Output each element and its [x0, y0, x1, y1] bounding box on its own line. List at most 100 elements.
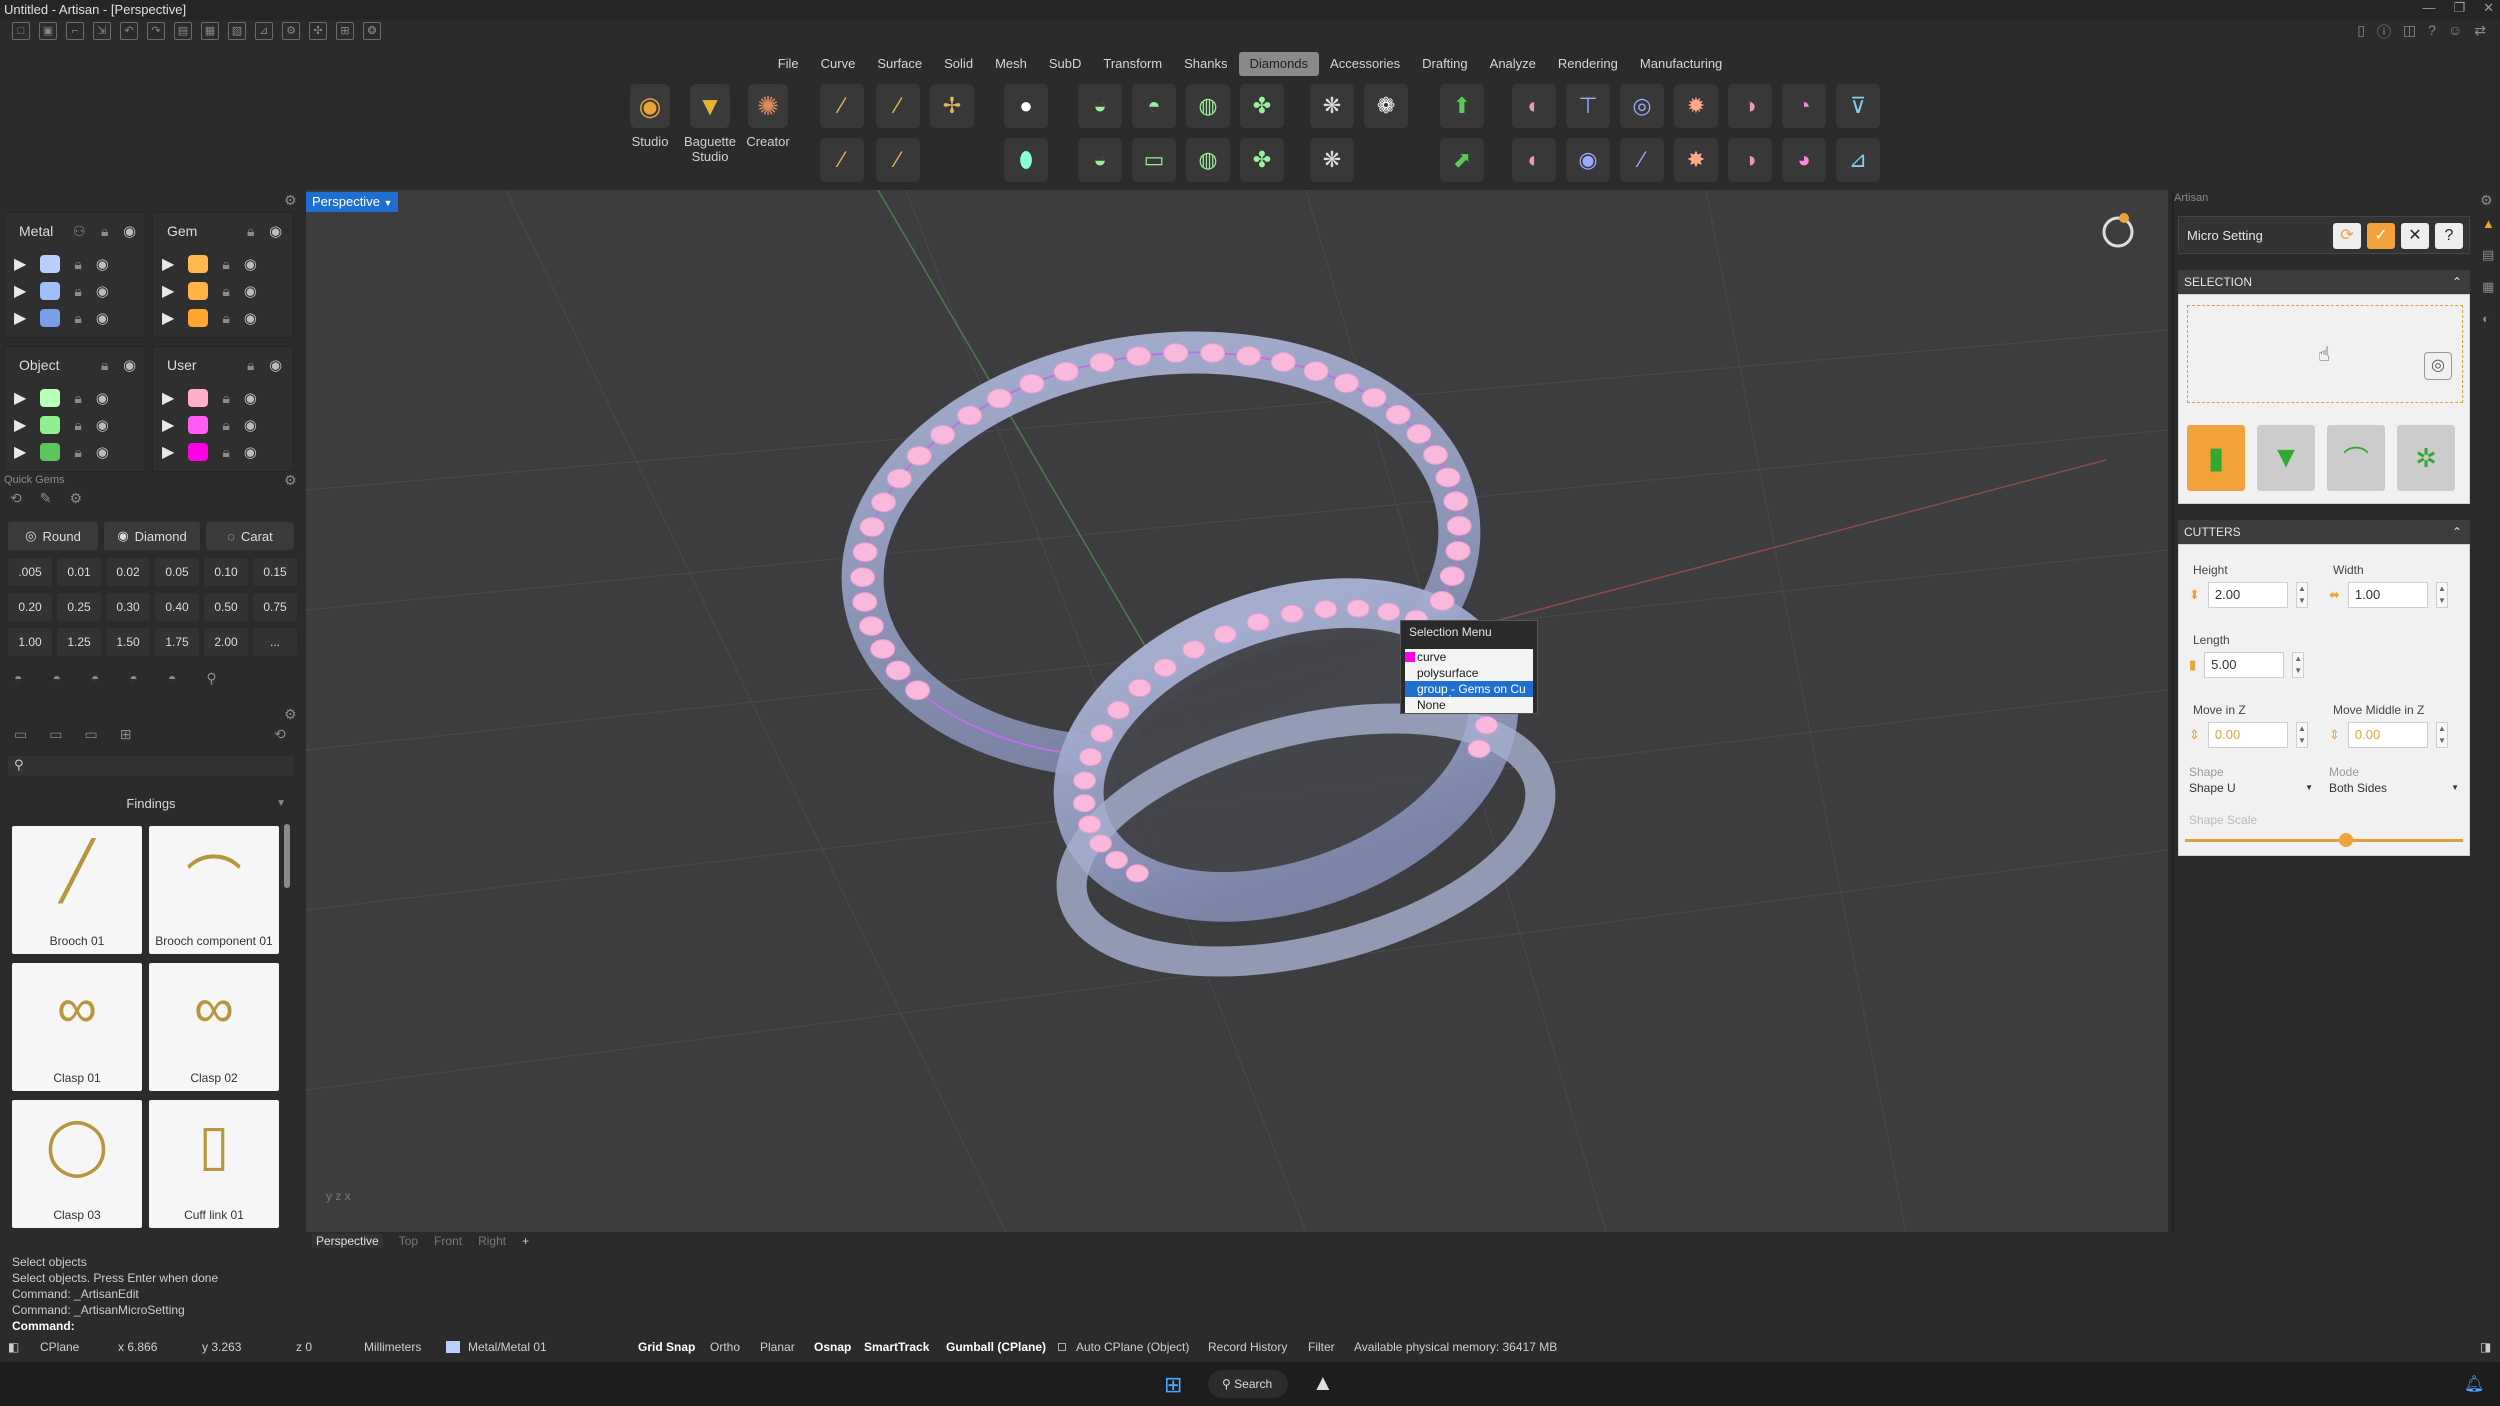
- finding-item[interactable]: ∞ Clasp 01: [12, 963, 142, 1091]
- play-icon[interactable]: ▶: [14, 442, 26, 462]
- eye-icon[interactable]: ◉: [244, 255, 257, 273]
- cutter-icon[interactable]: ⬆: [1440, 84, 1484, 128]
- length-value[interactable]: 5.00: [2204, 652, 2285, 678]
- oval-gem-icon[interactable]: ⬮: [1004, 138, 1048, 182]
- panel-divider[interactable]: [2172, 190, 2174, 1232]
- lock-icon[interactable]: 🔒︎: [222, 310, 229, 327]
- layer-color-swatch[interactable]: [188, 389, 209, 407]
- eye-icon[interactable]: ◉: [96, 443, 109, 461]
- metal-layer-row[interactable]: ▶ 🔒︎ ◉: [14, 254, 109, 274]
- gem[interactable]: [1200, 343, 1226, 363]
- menu-accessories[interactable]: Accessories: [1319, 52, 1411, 76]
- smarttrack-toggle[interactable]: SmartTrack: [864, 1336, 929, 1358]
- eye-icon[interactable]: ◉: [244, 389, 257, 407]
- metal-eye-icon[interactable]: ◉: [123, 222, 136, 240]
- gem[interactable]: [1333, 373, 1359, 393]
- baguette-studio-button[interactable]: ▼ Baguette Studio: [682, 84, 738, 184]
- gem[interactable]: [1314, 600, 1338, 619]
- gem[interactable]: [1446, 516, 1472, 536]
- micro-half-icon[interactable]: ◑: [1728, 84, 1772, 128]
- micro-line-icon[interactable]: ⁄: [1620, 138, 1664, 182]
- menu-subd[interactable]: SubD: [1038, 52, 1093, 76]
- units-label[interactable]: Millimeters: [364, 1336, 421, 1358]
- restore-icon[interactable]: ❐: [2453, 0, 2465, 20]
- add-viewport-tab[interactable]: +: [522, 1234, 529, 1248]
- eye-icon[interactable]: ◉: [244, 282, 257, 300]
- menu-mesh[interactable]: Mesh: [984, 52, 1038, 76]
- eye-icon[interactable]: ◉: [244, 443, 257, 461]
- layer-color-swatch[interactable]: [40, 389, 61, 407]
- micro-dot-icon[interactable]: ◕: [1782, 138, 1826, 182]
- osnap-toggle[interactable]: Osnap: [814, 1336, 851, 1358]
- menu-surface[interactable]: Surface: [866, 52, 933, 76]
- lock-icon[interactable]: 🔒︎: [74, 444, 81, 461]
- gem[interactable]: [957, 405, 983, 426]
- gem-eye-icon[interactable]: ◉: [269, 222, 282, 240]
- gem[interactable]: [1090, 724, 1114, 743]
- gem[interactable]: [1105, 850, 1129, 869]
- width-spinner[interactable]: ▲ ▼: [2435, 582, 2448, 608]
- plugin-icon[interactable]: ❂: [363, 22, 381, 40]
- gem[interactable]: [1377, 602, 1401, 621]
- layer-color-swatch[interactable]: [188, 282, 209, 300]
- carat-size-button[interactable]: 0.15: [253, 558, 297, 586]
- undo-icon[interactable]: ↶: [120, 22, 138, 40]
- micro-ring-icon[interactable]: ◔: [1782, 84, 1826, 128]
- lib-add-icon[interactable]: ▭: [49, 726, 62, 743]
- carat-size-button[interactable]: 0.75: [253, 593, 297, 621]
- close-icon[interactable]: ✕: [2483, 0, 2494, 20]
- micro-pair-icon[interactable]: ◑: [1728, 138, 1772, 182]
- gem[interactable]: [1422, 445, 1448, 465]
- carat-size-button[interactable]: 0.10: [204, 558, 248, 586]
- metal-layer-row[interactable]: ▶ 🔒︎ ◉: [14, 308, 109, 328]
- gem-layer-row[interactable]: ▶ 🔒︎ ◉: [162, 281, 257, 301]
- play-icon[interactable]: ▶: [162, 388, 174, 408]
- tab-top[interactable]: Top: [399, 1234, 418, 1248]
- carat-size-button[interactable]: 0.40: [155, 593, 199, 621]
- save-icon[interactable]: ▤: [174, 22, 192, 40]
- lock-icon[interactable]: 🔒︎: [74, 390, 81, 407]
- taskbar-search[interactable]: ⚲ Search: [1208, 1370, 1288, 1398]
- gem[interactable]: [859, 517, 885, 537]
- share-icon[interactable]: ⇄: [2474, 22, 2486, 42]
- gem[interactable]: [886, 468, 912, 489]
- micro-tilt-icon[interactable]: ⊿: [1836, 138, 1880, 182]
- select-all-icon[interactable]: ◎: [2424, 352, 2452, 380]
- round-gem-icon[interactable]: ●: [1004, 84, 1048, 128]
- gems-scatter-icon[interactable]: ✢: [930, 84, 974, 128]
- height-field[interactable]: ⬍ 2.00 ▲ ▼: [2189, 581, 2308, 609]
- user-layer-row[interactable]: ▶ 🔒︎ ◉: [162, 388, 257, 408]
- gem[interactable]: [1303, 361, 1329, 382]
- gem[interactable]: [1073, 771, 1097, 790]
- refresh-button[interactable]: ⟳: [2333, 223, 2361, 249]
- object-layer-row[interactable]: ▶ 🔒︎ ◉: [14, 388, 109, 408]
- object-layer-row[interactable]: ▶ 🔒︎ ◉: [14, 442, 109, 462]
- cplane-label[interactable]: CPlane: [40, 1336, 79, 1358]
- preset-1-icon[interactable]: ◓: [14, 670, 22, 687]
- unit-carat-button[interactable]: ◌ Carat: [206, 522, 294, 550]
- auto-cplane-label[interactable]: Auto CPlane (Object): [1076, 1336, 1189, 1358]
- play-icon[interactable]: ▶: [14, 281, 26, 301]
- menu-curve[interactable]: Curve: [810, 52, 867, 76]
- creator-button[interactable]: ✺ Creator: [742, 84, 794, 184]
- lock-icon[interactable]: 🔒︎: [74, 256, 81, 273]
- eye-icon[interactable]: ◉: [96, 309, 109, 327]
- micro-prong-icon[interactable]: ⊤: [1566, 84, 1610, 128]
- eye-icon[interactable]: ◉: [96, 255, 109, 273]
- gems-pair-icon[interactable]: ⁄: [876, 138, 920, 182]
- library-search-input[interactable]: ⚲: [8, 756, 294, 776]
- carat-size-button[interactable]: 2.00: [204, 628, 248, 656]
- play-icon[interactable]: ▶: [162, 415, 174, 435]
- object-eye-icon[interactable]: ◉: [123, 356, 136, 374]
- object-layer-row[interactable]: ▶ 🔒︎ ◉: [14, 415, 109, 435]
- gumball-toggle[interactable]: Gumball (CPlane): [946, 1336, 1046, 1358]
- analyze-icon[interactable]: ⊿: [255, 22, 273, 40]
- play-icon[interactable]: ▶: [14, 388, 26, 408]
- play-icon[interactable]: ▶: [162, 308, 174, 328]
- gem[interactable]: [1182, 640, 1206, 659]
- micro-circle-icon[interactable]: ◉: [1566, 138, 1610, 182]
- layout-icon[interactable]: ▯: [2357, 22, 2365, 42]
- gem[interactable]: [852, 542, 878, 562]
- menu-analyze[interactable]: Analyze: [1479, 52, 1547, 76]
- record-history-toggle[interactable]: Record History: [1208, 1336, 1287, 1358]
